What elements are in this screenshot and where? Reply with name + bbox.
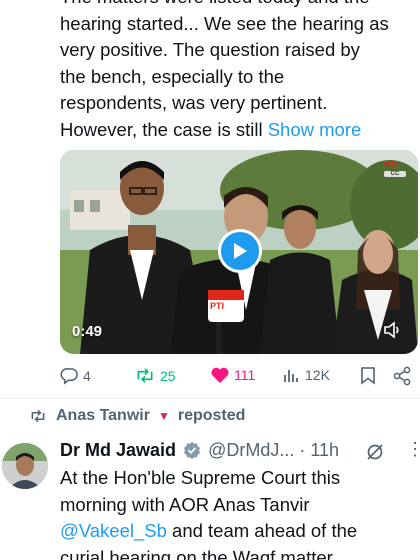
repost-button[interactable]: 25 bbox=[134, 366, 176, 385]
tweet-line: At the Hon'ble Supreme Court this bbox=[60, 467, 341, 488]
heart-icon bbox=[211, 367, 229, 383]
pti-watermark: PTI CC bbox=[384, 160, 406, 184]
tweet-line: the bench, especially to the bbox=[60, 65, 285, 87]
play-button[interactable] bbox=[218, 229, 262, 273]
repost-banner[interactable]: Anas Tanwir ▼ reposted bbox=[28, 407, 245, 425]
author-name[interactable]: Dr Md Jawaid bbox=[60, 440, 176, 460]
bookmark-icon bbox=[361, 367, 375, 385]
tweet-line: morning with AOR Anas Tanvir bbox=[60, 493, 310, 515]
author-handle[interactable]: @DrMdJ... bbox=[208, 440, 294, 460]
mic-flag: PTI bbox=[210, 301, 225, 311]
grok-icon[interactable] bbox=[365, 442, 385, 462]
volume-icon[interactable] bbox=[382, 320, 402, 345]
tweet-actions: 4 25 111 12K bbox=[58, 364, 420, 388]
tweet-line-mention: @Vakeel_Sb and team ahead of the bbox=[60, 518, 416, 545]
tweet-line: curial hearing on the Waqf matter bbox=[60, 546, 333, 560]
reply-count: 4 bbox=[83, 367, 91, 384]
reply-icon bbox=[60, 368, 78, 385]
reply-button[interactable]: 4 bbox=[60, 366, 91, 385]
show-more-link[interactable]: Show more bbox=[268, 119, 362, 140]
bookmark-button[interactable] bbox=[360, 366, 376, 385]
more-options-icon[interactable]: ⋮ bbox=[406, 440, 420, 458]
tweet-line: hearing started... We see the hearing as bbox=[60, 12, 389, 34]
video-duration: 0:49 bbox=[72, 323, 103, 340]
repost-label: reposted bbox=[177, 407, 246, 424]
view-count: 12K bbox=[305, 367, 330, 383]
like-button[interactable]: 111 bbox=[210, 366, 255, 384]
play-icon bbox=[234, 243, 247, 259]
reposter-name: Anas Tanwir bbox=[56, 407, 150, 424]
share-button[interactable] bbox=[392, 366, 412, 386]
analytics-icon bbox=[284, 370, 298, 382]
repost-count: 25 bbox=[160, 367, 176, 384]
avatar[interactable] bbox=[2, 443, 48, 489]
tweet-divider bbox=[0, 398, 420, 399]
flag-icon: ▼ bbox=[157, 409, 170, 423]
tweet-line-last: However, the case is still Show more bbox=[60, 117, 416, 144]
share-icon bbox=[393, 366, 411, 386]
watermark-text: PTI bbox=[384, 160, 397, 170]
tweet-line-text: However, the case is still bbox=[60, 118, 263, 140]
tweet-line: respondents, was very pertinent. bbox=[60, 92, 328, 113]
tweet-line: The matters were listed today and the bbox=[60, 0, 416, 11]
verified-badge-icon bbox=[183, 441, 201, 459]
mention-link[interactable]: @Vakeel_Sb bbox=[60, 520, 167, 541]
like-count: 111 bbox=[234, 367, 256, 383]
tweet-time[interactable]: · 11h bbox=[299, 440, 339, 460]
views-button[interactable]: 12K bbox=[283, 366, 330, 384]
repost-icon bbox=[31, 409, 45, 423]
tweet-text: The matters were listed today and the he… bbox=[60, 0, 416, 143]
tweet-line: very positive. The question raised by bbox=[60, 39, 360, 60]
next-tweet-text: At the Hon'ble Supreme Court this mornin… bbox=[60, 465, 416, 560]
tweet-header: Dr Md Jawaid @DrMdJ... · 11h ⋮ bbox=[60, 440, 420, 466]
cc-badge[interactable]: CC bbox=[384, 171, 406, 177]
repost-icon bbox=[137, 368, 153, 383]
tweet-line-text: and team ahead of the bbox=[166, 520, 358, 541]
